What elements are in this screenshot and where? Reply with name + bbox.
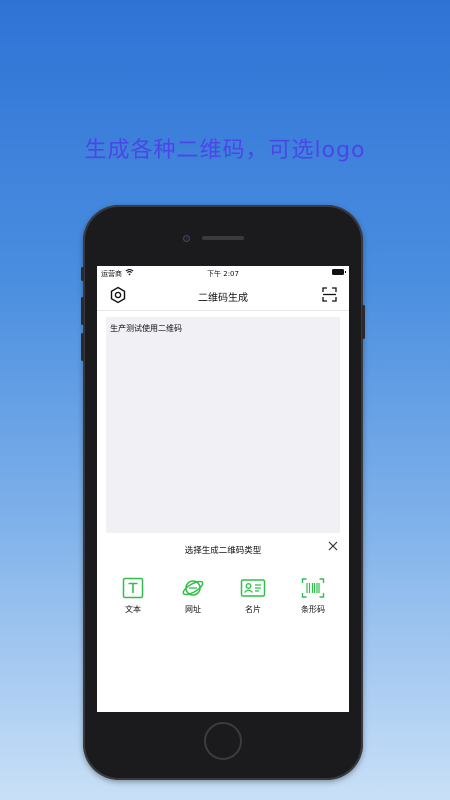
- power-button: [362, 305, 365, 339]
- nav-bar: 二维码生成: [97, 280, 349, 311]
- type-label-barcode: 条形码: [301, 605, 325, 614]
- text-icon: [122, 577, 144, 599]
- volume-down-button: [81, 333, 84, 361]
- type-list: 文本 网址 名片 条形码: [97, 577, 349, 627]
- type-picker-title: 选择生成二维码类型: [184, 546, 262, 556]
- type-barcode-button[interactable]: 条形码: [288, 577, 338, 615]
- phone-frame: 运营商 下午 2:07 二维码生成 生产测试使用二维码 选择生成二维码类型 文本…: [81, 205, 365, 780]
- earpiece-speaker: [202, 236, 244, 240]
- status-time: 下午 2:07: [207, 270, 239, 278]
- type-label-text: 文本: [125, 605, 141, 614]
- globe-link-icon: [182, 580, 204, 596]
- scan-icon[interactable]: [322, 287, 337, 302]
- type-card-button[interactable]: 名片: [228, 577, 278, 615]
- status-bar: 运营商 下午 2:07: [97, 266, 349, 280]
- promo-headline: 生成各种二维码，可选logo: [84, 138, 366, 163]
- mute-switch: [81, 267, 84, 281]
- page-title: 二维码生成: [198, 293, 248, 304]
- close-icon[interactable]: [328, 541, 338, 551]
- volume-up-button: [81, 297, 84, 325]
- type-text-button[interactable]: 文本: [108, 577, 158, 615]
- barcode-icon: [301, 578, 325, 598]
- business-card-icon: [240, 579, 266, 597]
- home-button[interactable]: [204, 722, 242, 760]
- type-label-url: 网址: [185, 605, 201, 614]
- type-label-card: 名片: [245, 605, 261, 614]
- phone-screen: 运营商 下午 2:07 二维码生成 生产测试使用二维码 选择生成二维码类型 文本…: [97, 266, 349, 712]
- qr-content-input[interactable]: 生产测试使用二维码: [106, 317, 340, 533]
- type-url-button[interactable]: 网址: [168, 577, 218, 615]
- battery-icon: [332, 269, 346, 275]
- front-camera: [183, 235, 190, 242]
